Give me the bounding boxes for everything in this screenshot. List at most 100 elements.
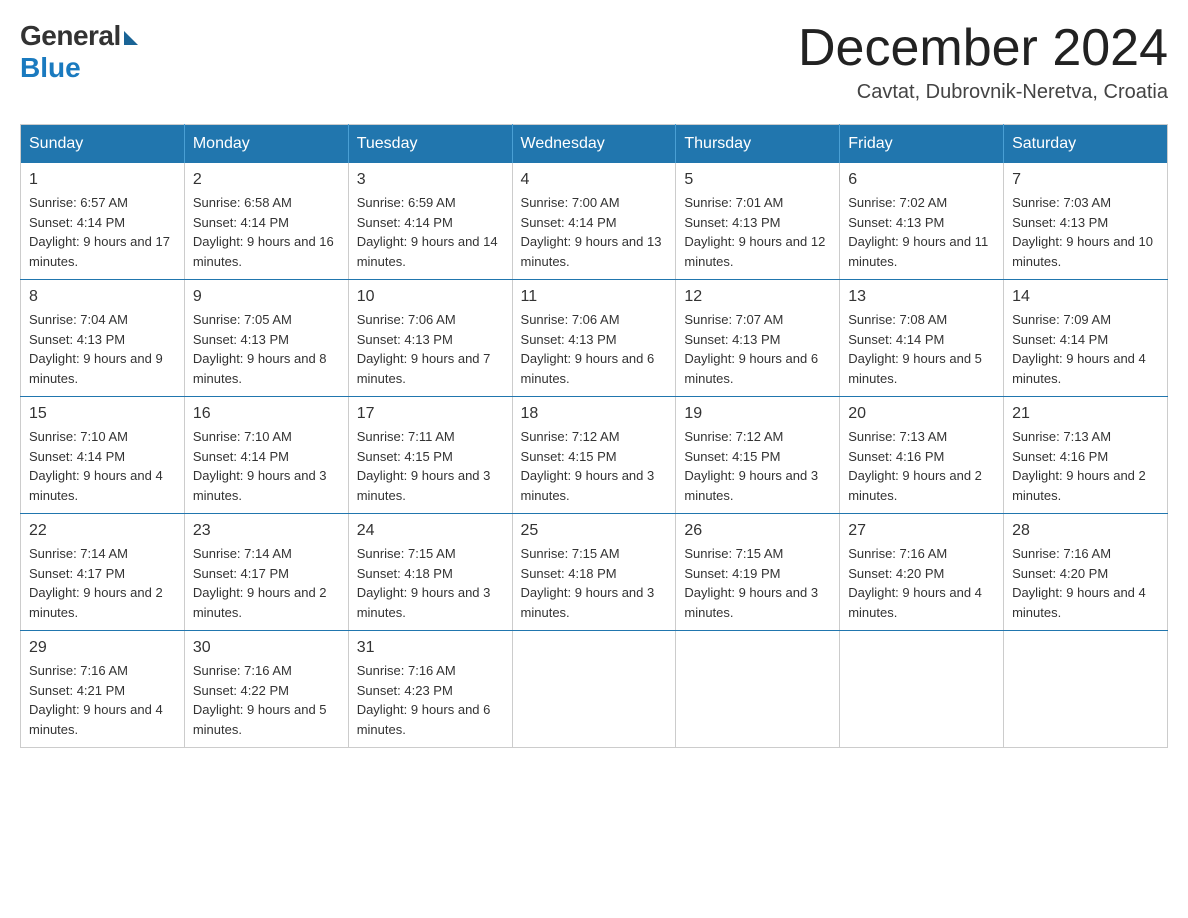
calendar-day-cell: 21 Sunrise: 7:13 AMSunset: 4:16 PMDaylig…	[1004, 397, 1168, 514]
calendar-week-row: 15 Sunrise: 7:10 AMSunset: 4:14 PMDaylig…	[21, 397, 1168, 514]
calendar-header-row: SundayMondayTuesdayWednesdayThursdayFrid…	[21, 125, 1168, 164]
day-number: 16	[193, 405, 340, 423]
logo-arrow-icon	[124, 31, 138, 45]
day-info: Sunrise: 7:05 AMSunset: 4:13 PMDaylight:…	[193, 310, 340, 388]
day-number: 6	[848, 171, 995, 189]
day-number: 24	[357, 522, 504, 540]
day-number: 29	[29, 639, 176, 657]
day-number: 18	[521, 405, 668, 423]
title-block: December 2024 Cavtat, Dubrovnik-Neretva,…	[798, 20, 1168, 104]
calendar-day-cell: 16 Sunrise: 7:10 AMSunset: 4:14 PMDaylig…	[184, 397, 348, 514]
calendar-day-header: Sunday	[21, 125, 185, 164]
calendar-day-cell: 30 Sunrise: 7:16 AMSunset: 4:22 PMDaylig…	[184, 631, 348, 748]
calendar-day-header: Tuesday	[348, 125, 512, 164]
page-header: General Blue December 2024 Cavtat, Dubro…	[20, 20, 1168, 104]
calendar-day-cell	[840, 631, 1004, 748]
day-number: 21	[1012, 405, 1159, 423]
logo-blue-text: Blue	[20, 52, 81, 84]
day-info: Sunrise: 7:16 AMSunset: 4:20 PMDaylight:…	[848, 544, 995, 622]
calendar-week-row: 1 Sunrise: 6:57 AMSunset: 4:14 PMDayligh…	[21, 163, 1168, 280]
day-info: Sunrise: 7:16 AMSunset: 4:22 PMDaylight:…	[193, 661, 340, 739]
day-info: Sunrise: 7:12 AMSunset: 4:15 PMDaylight:…	[521, 427, 668, 505]
calendar-week-row: 8 Sunrise: 7:04 AMSunset: 4:13 PMDayligh…	[21, 280, 1168, 397]
day-info: Sunrise: 7:14 AMSunset: 4:17 PMDaylight:…	[193, 544, 340, 622]
day-info: Sunrise: 7:04 AMSunset: 4:13 PMDaylight:…	[29, 310, 176, 388]
logo-general-text: General	[20, 20, 121, 52]
day-number: 26	[684, 522, 831, 540]
day-info: Sunrise: 7:02 AMSunset: 4:13 PMDaylight:…	[848, 193, 995, 271]
day-info: Sunrise: 6:59 AMSunset: 4:14 PMDaylight:…	[357, 193, 504, 271]
calendar-day-cell: 25 Sunrise: 7:15 AMSunset: 4:18 PMDaylig…	[512, 514, 676, 631]
day-number: 10	[357, 288, 504, 306]
day-number: 14	[1012, 288, 1159, 306]
day-info: Sunrise: 7:13 AMSunset: 4:16 PMDaylight:…	[848, 427, 995, 505]
calendar-day-cell: 22 Sunrise: 7:14 AMSunset: 4:17 PMDaylig…	[21, 514, 185, 631]
calendar-day-header: Friday	[840, 125, 1004, 164]
calendar-day-cell: 14 Sunrise: 7:09 AMSunset: 4:14 PMDaylig…	[1004, 280, 1168, 397]
day-number: 19	[684, 405, 831, 423]
calendar-day-cell: 28 Sunrise: 7:16 AMSunset: 4:20 PMDaylig…	[1004, 514, 1168, 631]
day-number: 12	[684, 288, 831, 306]
calendar-day-cell	[512, 631, 676, 748]
calendar-day-cell: 5 Sunrise: 7:01 AMSunset: 4:13 PMDayligh…	[676, 163, 840, 280]
calendar-day-cell: 31 Sunrise: 7:16 AMSunset: 4:23 PMDaylig…	[348, 631, 512, 748]
day-info: Sunrise: 7:16 AMSunset: 4:21 PMDaylight:…	[29, 661, 176, 739]
calendar-day-cell: 3 Sunrise: 6:59 AMSunset: 4:14 PMDayligh…	[348, 163, 512, 280]
day-number: 15	[29, 405, 176, 423]
day-info: Sunrise: 7:11 AMSunset: 4:15 PMDaylight:…	[357, 427, 504, 505]
calendar-day-cell: 11 Sunrise: 7:06 AMSunset: 4:13 PMDaylig…	[512, 280, 676, 397]
calendar-day-cell: 19 Sunrise: 7:12 AMSunset: 4:15 PMDaylig…	[676, 397, 840, 514]
calendar-day-cell: 7 Sunrise: 7:03 AMSunset: 4:13 PMDayligh…	[1004, 163, 1168, 280]
day-info: Sunrise: 7:06 AMSunset: 4:13 PMDaylight:…	[357, 310, 504, 388]
day-number: 13	[848, 288, 995, 306]
day-number: 23	[193, 522, 340, 540]
day-info: Sunrise: 7:10 AMSunset: 4:14 PMDaylight:…	[29, 427, 176, 505]
day-info: Sunrise: 7:13 AMSunset: 4:16 PMDaylight:…	[1012, 427, 1159, 505]
calendar-day-cell: 12 Sunrise: 7:07 AMSunset: 4:13 PMDaylig…	[676, 280, 840, 397]
day-info: Sunrise: 7:15 AMSunset: 4:19 PMDaylight:…	[684, 544, 831, 622]
calendar-day-cell: 26 Sunrise: 7:15 AMSunset: 4:19 PMDaylig…	[676, 514, 840, 631]
day-number: 2	[193, 171, 340, 189]
calendar-day-cell: 6 Sunrise: 7:02 AMSunset: 4:13 PMDayligh…	[840, 163, 1004, 280]
location-subtitle: Cavtat, Dubrovnik-Neretva, Croatia	[798, 81, 1168, 104]
day-number: 28	[1012, 522, 1159, 540]
logo: General Blue	[20, 20, 138, 84]
calendar-day-cell: 1 Sunrise: 6:57 AMSunset: 4:14 PMDayligh…	[21, 163, 185, 280]
day-number: 20	[848, 405, 995, 423]
day-number: 11	[521, 288, 668, 306]
day-number: 27	[848, 522, 995, 540]
calendar-day-header: Monday	[184, 125, 348, 164]
day-info: Sunrise: 7:08 AMSunset: 4:14 PMDaylight:…	[848, 310, 995, 388]
day-info: Sunrise: 7:16 AMSunset: 4:20 PMDaylight:…	[1012, 544, 1159, 622]
calendar-day-cell	[1004, 631, 1168, 748]
calendar-day-cell: 15 Sunrise: 7:10 AMSunset: 4:14 PMDaylig…	[21, 397, 185, 514]
day-number: 1	[29, 171, 176, 189]
calendar-day-header: Wednesday	[512, 125, 676, 164]
calendar-day-cell: 27 Sunrise: 7:16 AMSunset: 4:20 PMDaylig…	[840, 514, 1004, 631]
day-info: Sunrise: 7:09 AMSunset: 4:14 PMDaylight:…	[1012, 310, 1159, 388]
calendar-day-cell: 2 Sunrise: 6:58 AMSunset: 4:14 PMDayligh…	[184, 163, 348, 280]
day-info: Sunrise: 7:15 AMSunset: 4:18 PMDaylight:…	[357, 544, 504, 622]
calendar-day-cell: 17 Sunrise: 7:11 AMSunset: 4:15 PMDaylig…	[348, 397, 512, 514]
day-number: 5	[684, 171, 831, 189]
calendar-week-row: 22 Sunrise: 7:14 AMSunset: 4:17 PMDaylig…	[21, 514, 1168, 631]
day-info: Sunrise: 7:15 AMSunset: 4:18 PMDaylight:…	[521, 544, 668, 622]
calendar-day-cell	[676, 631, 840, 748]
calendar-day-cell: 13 Sunrise: 7:08 AMSunset: 4:14 PMDaylig…	[840, 280, 1004, 397]
calendar-day-cell: 29 Sunrise: 7:16 AMSunset: 4:21 PMDaylig…	[21, 631, 185, 748]
calendar-day-cell: 24 Sunrise: 7:15 AMSunset: 4:18 PMDaylig…	[348, 514, 512, 631]
calendar-week-row: 29 Sunrise: 7:16 AMSunset: 4:21 PMDaylig…	[21, 631, 1168, 748]
day-number: 8	[29, 288, 176, 306]
calendar-table: SundayMondayTuesdayWednesdayThursdayFrid…	[20, 124, 1168, 748]
day-info: Sunrise: 7:00 AMSunset: 4:14 PMDaylight:…	[521, 193, 668, 271]
day-number: 31	[357, 639, 504, 657]
day-info: Sunrise: 7:14 AMSunset: 4:17 PMDaylight:…	[29, 544, 176, 622]
day-info: Sunrise: 7:10 AMSunset: 4:14 PMDaylight:…	[193, 427, 340, 505]
day-number: 4	[521, 171, 668, 189]
day-info: Sunrise: 6:58 AMSunset: 4:14 PMDaylight:…	[193, 193, 340, 271]
day-info: Sunrise: 7:06 AMSunset: 4:13 PMDaylight:…	[521, 310, 668, 388]
day-info: Sunrise: 7:07 AMSunset: 4:13 PMDaylight:…	[684, 310, 831, 388]
day-info: Sunrise: 7:01 AMSunset: 4:13 PMDaylight:…	[684, 193, 831, 271]
month-year-title: December 2024	[798, 20, 1168, 77]
calendar-day-cell: 8 Sunrise: 7:04 AMSunset: 4:13 PMDayligh…	[21, 280, 185, 397]
